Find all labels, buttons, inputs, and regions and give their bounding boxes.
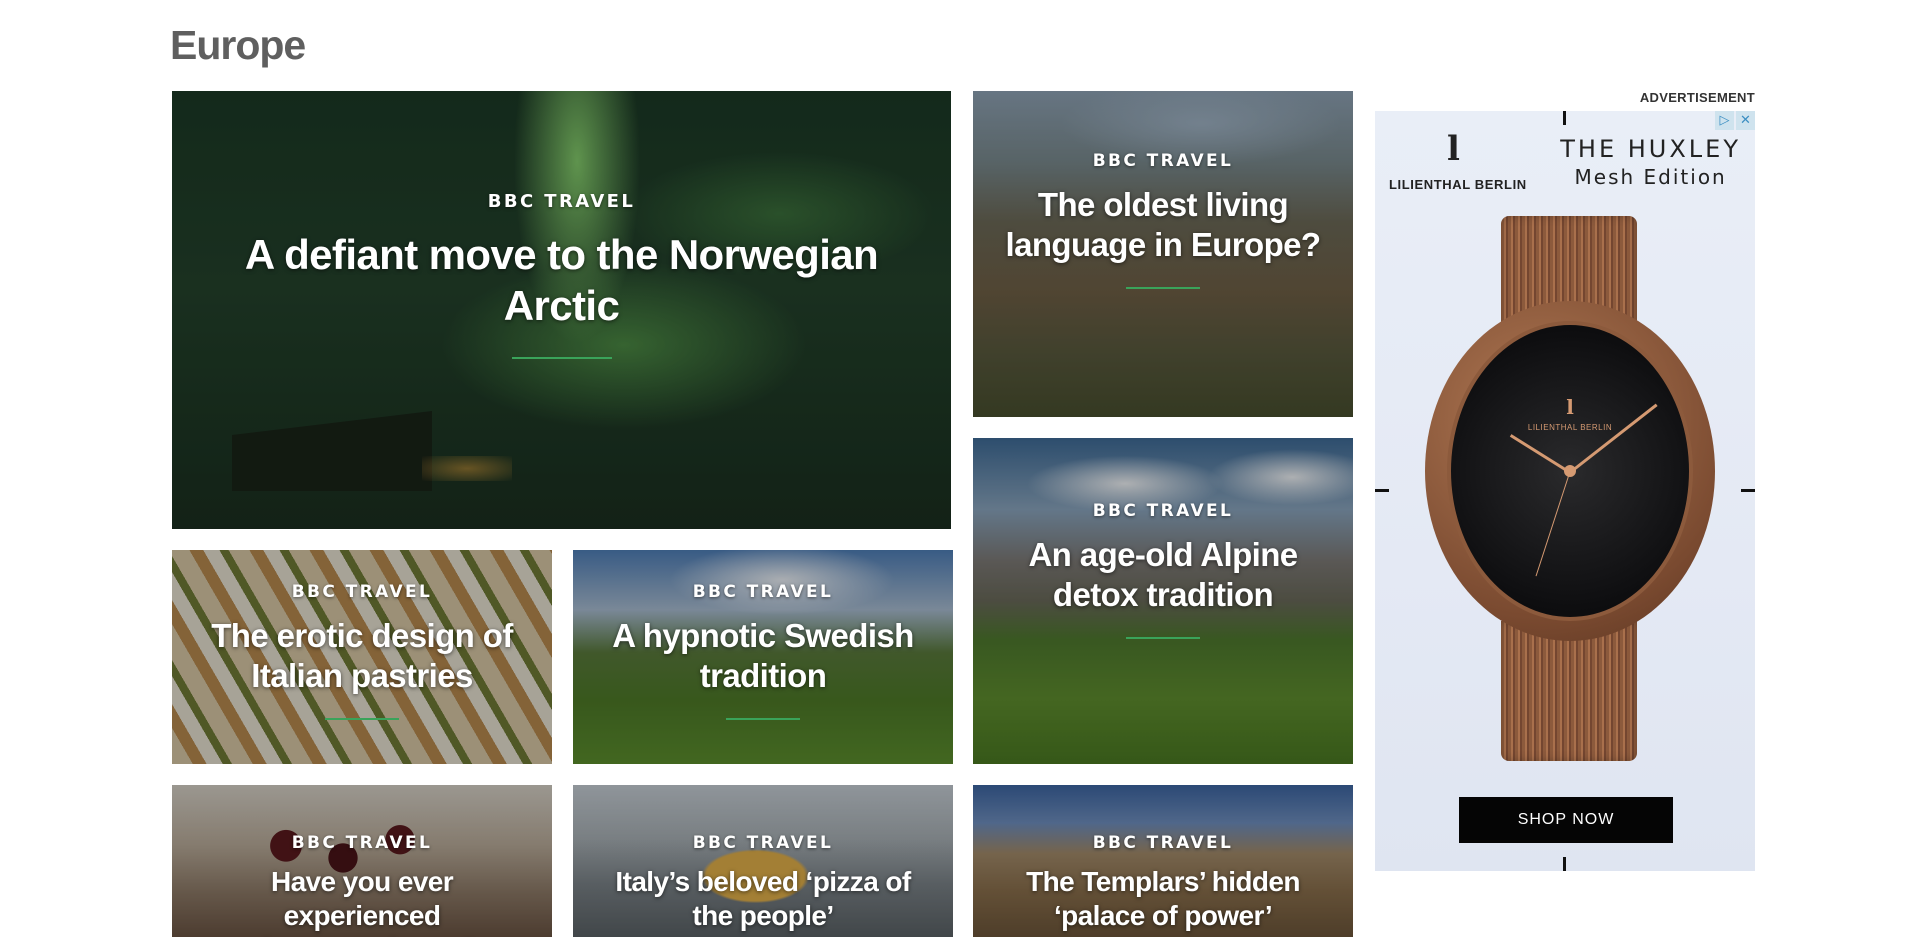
story-card-alpine-detox[interactable]: BBC TRAVEL An age-old Alpine detox tradi… <box>973 438 1353 764</box>
story-headline: The oldest living language in Europe? <box>1005 186 1322 263</box>
ad-choices[interactable]: ▷ ✕ <box>1715 111 1755 130</box>
section-title: Europe <box>170 22 306 68</box>
shop-now-button[interactable]: SHOP NOW <box>1459 797 1673 843</box>
advertisement-label: ADVERTISEMENT <box>1639 90 1755 105</box>
story-kicker: BBC TRAVEL <box>487 191 636 213</box>
story-card-italian-pastries[interactable]: BBC TRAVEL The erotic design of Italian … <box>172 550 552 764</box>
story-headline: A hypnotic Swedish tradition <box>612 617 914 694</box>
story-headline: Have you ever experienced shemomechama? <box>248 866 477 937</box>
hour-hand <box>1509 434 1571 474</box>
product-title: THE HUXLEY Mesh Edition <box>1560 135 1741 189</box>
story-headline: A defiant move to the Norwegian Arctic <box>244 231 879 329</box>
story-kicker: BBC TRAVEL <box>1092 151 1234 172</box>
story-rule <box>511 356 612 359</box>
product-edition: Mesh Edition <box>1574 165 1727 189</box>
watch-dial: l LILIENTHAL BERLIN <box>1447 321 1693 621</box>
story-rule <box>726 717 800 720</box>
ad-choices-icon[interactable]: ▷ <box>1715 111 1734 130</box>
story-card-shemomechama[interactable]: BBC TRAVEL Have you ever experienced she… <box>172 785 552 937</box>
story-card-templars-palace[interactable]: BBC TRAVEL The Templars’ hidden ‘palace … <box>973 785 1353 937</box>
brand-name: LILIENTHAL BERLIN <box>1389 177 1527 192</box>
story-card-swedish-tradition[interactable]: BBC TRAVEL A hypnotic Swedish tradition <box>573 550 953 764</box>
product-name: THE HUXLEY <box>1560 135 1741 163</box>
story-card-norwegian-arctic[interactable]: BBC TRAVEL A defiant move to the Norwegi… <box>172 91 951 529</box>
story-kicker: BBC TRAVEL <box>692 833 834 853</box>
story-rule <box>1126 286 1200 289</box>
dial-logo: l <box>1566 395 1574 419</box>
brand-logo: l <box>1447 129 1460 169</box>
hand-pin <box>1564 465 1576 477</box>
story-card-oldest-language[interactable]: BBC TRAVEL The oldest living language in… <box>973 91 1353 417</box>
story-kicker: BBC TRAVEL <box>1092 833 1234 853</box>
story-rule <box>325 717 399 720</box>
minute-hand <box>1569 403 1658 474</box>
story-kicker: BBC TRAVEL <box>692 582 834 603</box>
watch-strap <box>1501 621 1637 761</box>
close-icon[interactable]: ✕ <box>1736 111 1755 130</box>
story-headline: An age-old Alpine detox tradition <box>1028 536 1298 613</box>
story-kicker: BBC TRAVEL <box>291 833 433 853</box>
story-kicker: BBC TRAVEL <box>291 582 433 603</box>
story-rule <box>1126 636 1200 639</box>
dial-brand-text: LILIENTHAL BERLIN <box>1527 423 1613 432</box>
story-kicker: BBC TRAVEL <box>1092 501 1234 522</box>
advertisement-banner[interactable]: ▷ ✕ l LILIENTHAL BERLIN THE HUXLEY Mesh … <box>1375 111 1755 871</box>
story-headline: Italy’s beloved ‘pizza of the people’ <box>615 866 911 931</box>
story-headline: The Templars’ hidden ‘palace of power’ <box>1026 866 1300 931</box>
story-card-pizza-of-the-people[interactable]: BBC TRAVEL Italy’s beloved ‘pizza of the… <box>573 785 953 937</box>
story-headline: The erotic design of Italian pastries <box>211 617 513 694</box>
second-hand <box>1535 471 1571 577</box>
